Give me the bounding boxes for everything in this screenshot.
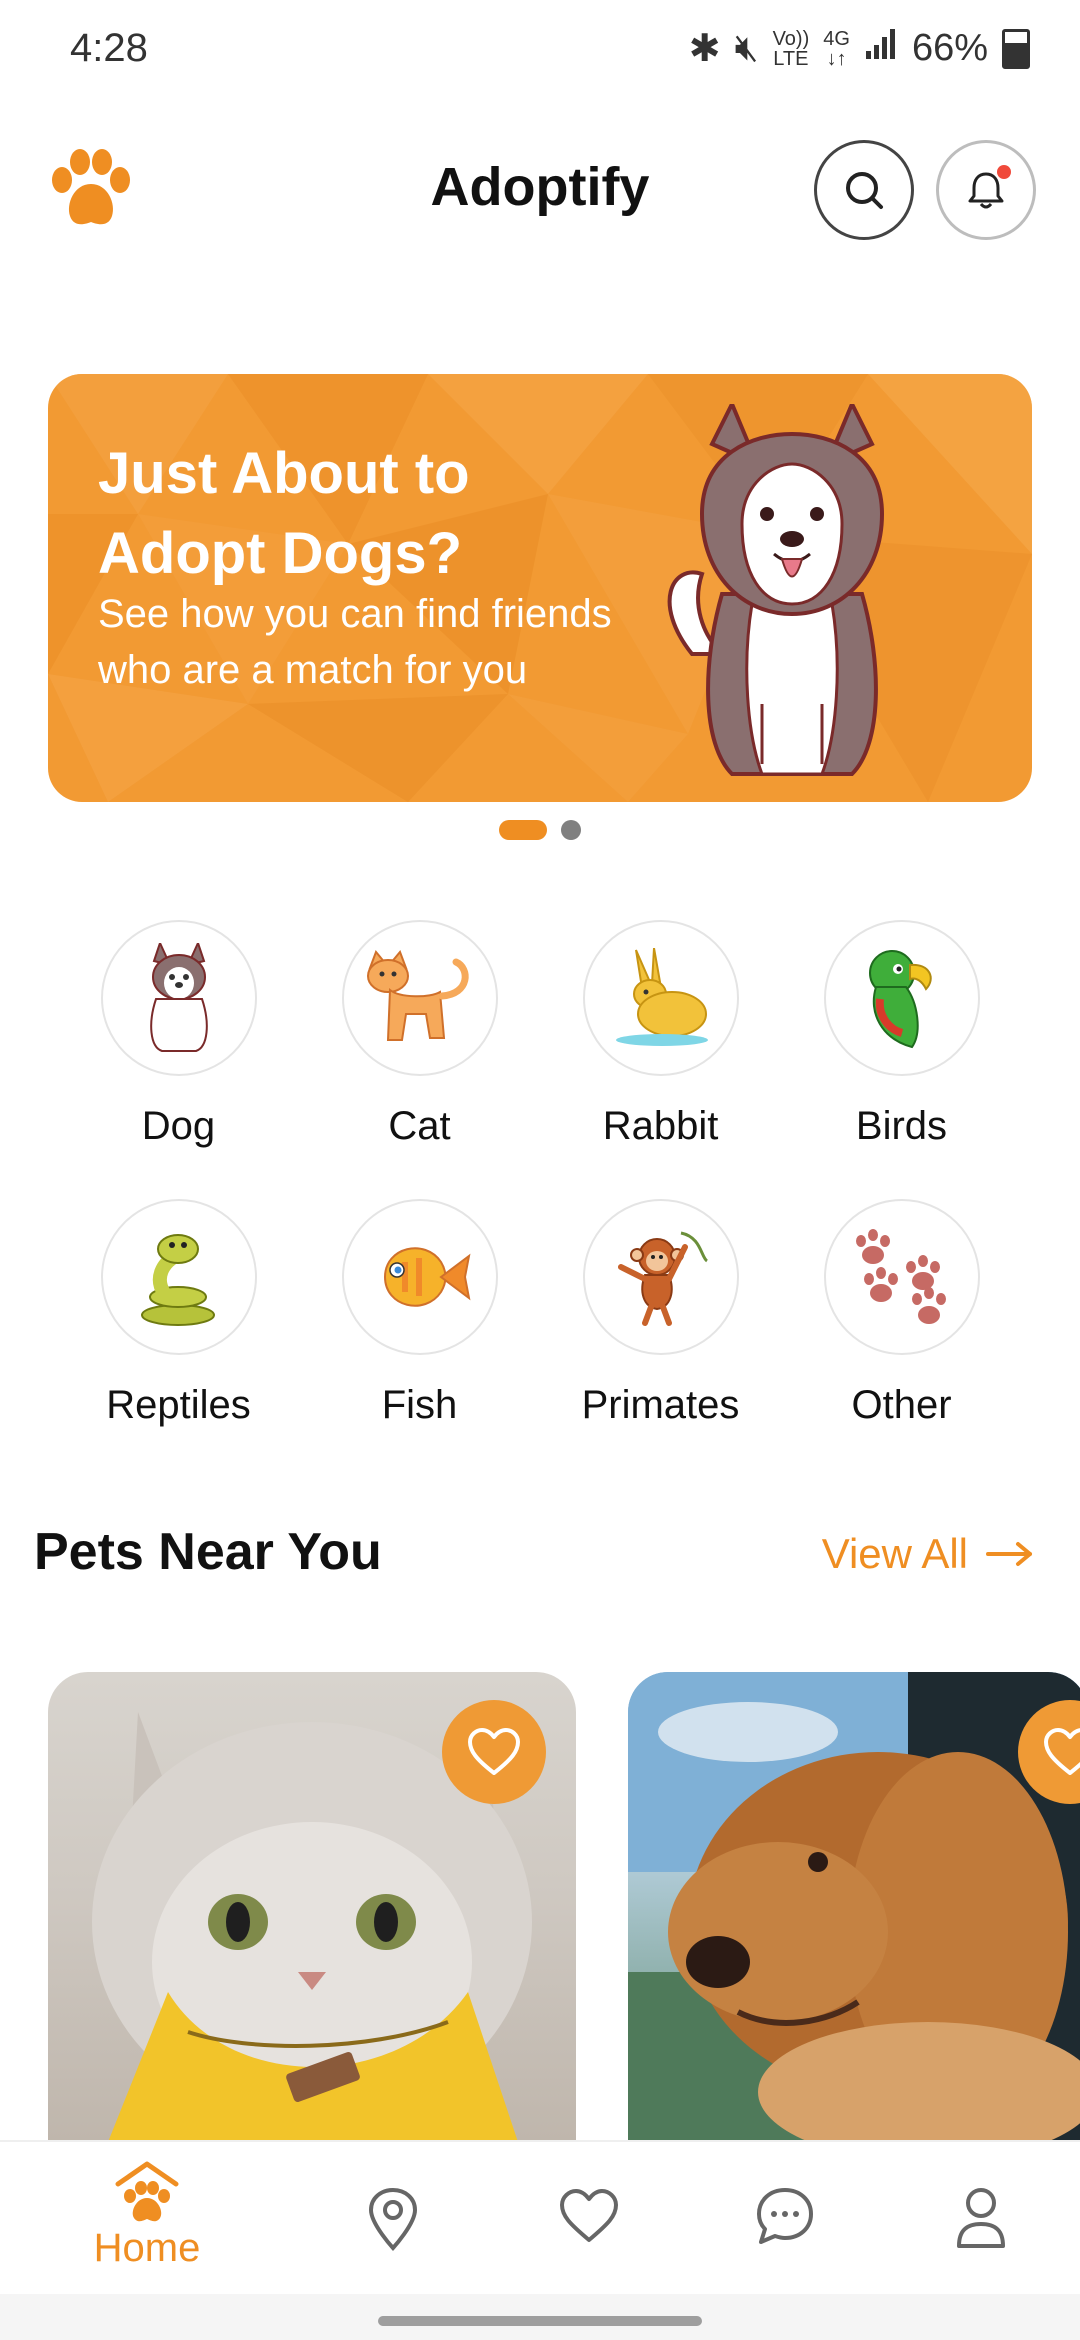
category-rabbit[interactable]: Rabbit — [540, 920, 781, 1149]
home-indicator-bar[interactable] — [378, 2316, 702, 2326]
category-label: Fish — [381, 1383, 458, 1427]
battery-percent: 66% — [911, 27, 988, 69]
signal-icon — [864, 27, 898, 71]
monkey-icon — [582, 1199, 739, 1355]
home-paw-icon — [115, 2161, 179, 2222]
category-label: Dog — [141, 1104, 216, 1148]
arrow-right-icon — [986, 1542, 1032, 1566]
view-all-label: View All — [821, 1530, 968, 1577]
fish-icon — [341, 1199, 498, 1355]
paws-icon — [823, 1199, 980, 1355]
app-header: Adoptify — [0, 130, 1080, 250]
category-label: Rabbit — [602, 1104, 719, 1148]
battery-icon — [1002, 28, 1030, 69]
dog-icon — [100, 920, 257, 1076]
pet-card[interactable] — [628, 1672, 1080, 2142]
status-icons: ✱ 🔇︎ Vo)) LTE 4G ↓↑ 66% — [689, 26, 1030, 71]
nav-profile[interactable] — [906, 2186, 1056, 2250]
notification-badge — [997, 165, 1011, 179]
chat-bubble-icon — [757, 2188, 813, 2244]
section-title: Pets Near You — [34, 1523, 382, 1581]
search-icon — [846, 172, 883, 209]
nav-messages[interactable] — [710, 2186, 860, 2246]
category-label: Cat — [388, 1104, 451, 1148]
category-reptiles[interactable]: Reptiles — [58, 1199, 299, 1428]
nav-location[interactable] — [318, 2186, 468, 2252]
notifications-button[interactable] — [936, 140, 1036, 240]
status-bar: 4:28 ✱ 🔇︎ Vo)) LTE 4G ↓↑ 66% — [0, 0, 1080, 100]
parrot-icon — [823, 920, 980, 1076]
category-label: Birds — [855, 1104, 948, 1148]
cat-icon — [341, 920, 498, 1076]
category-dog[interactable]: Dog — [58, 920, 299, 1149]
bluetooth-icon: ✱ — [688, 28, 721, 70]
pagination-dot[interactable] — [561, 820, 581, 840]
mute-icon: 🔇︎ — [734, 27, 759, 69]
bottom-nav: Home — [0, 2140, 1080, 2302]
nav-home[interactable]: Home — [72, 2160, 222, 2271]
heart-outline-icon — [560, 2189, 618, 2242]
view-all-link[interactable]: View All — [822, 1530, 1034, 1578]
category-other[interactable]: Other — [781, 1199, 1022, 1428]
snake-icon — [100, 1199, 257, 1355]
promo-banner[interactable]: Just About to Adopt Dogs? See how you ca… — [48, 374, 1032, 802]
nav-favorites[interactable] — [514, 2188, 664, 2244]
category-cat[interactable]: Cat — [299, 920, 540, 1149]
category-label: Reptiles — [106, 1383, 251, 1427]
location-pin-icon — [368, 2187, 418, 2251]
husky-dog-icon — [667, 404, 885, 776]
app-title: Adoptify — [430, 157, 650, 217]
dog-photo — [628, 1672, 1080, 2142]
search-button[interactable] — [814, 140, 914, 240]
network-4g-icon: 4G ↓↑ — [823, 27, 850, 70]
category-birds[interactable]: Birds — [781, 920, 1022, 1149]
pet-card[interactable] — [48, 1672, 576, 2142]
category-label: Primates — [581, 1383, 740, 1427]
banner-subtitle: See how you can find friends who are a m… — [98, 592, 612, 692]
status-time: 4:28 — [70, 26, 148, 70]
heart-icon — [468, 1728, 520, 1775]
nav-home-label: Home — [93, 2226, 201, 2270]
volte-icon: Vo)) LTE — [772, 27, 810, 70]
category-grid: Dog Cat Rabbit Birds Reptiles Fish Prima… — [58, 920, 1022, 1428]
rabbit-icon — [582, 920, 739, 1076]
user-icon — [957, 2188, 1005, 2248]
category-fish[interactable]: Fish — [299, 1199, 540, 1428]
banner-title: Just About to Adopt Dogs? — [98, 441, 470, 586]
favorite-button[interactable] — [442, 1700, 546, 1804]
pagination-dot-active[interactable] — [499, 820, 547, 840]
category-label: Other — [851, 1383, 952, 1427]
category-primates[interactable]: Primates — [540, 1199, 781, 1428]
banner-pagination — [0, 820, 1080, 840]
heart-icon — [1044, 1728, 1080, 1775]
